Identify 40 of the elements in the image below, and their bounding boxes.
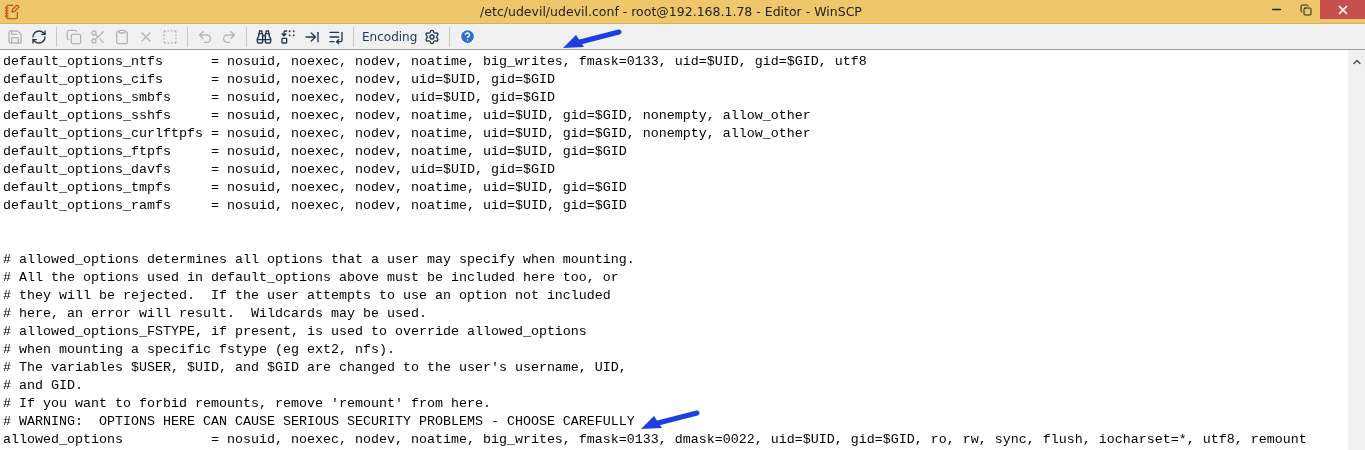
undo-icon bbox=[197, 28, 213, 45]
code-line: # they will be rejected. If the user attempts to use an option not included bbox=[3, 288, 611, 303]
scrollbar[interactable] bbox=[1348, 50, 1365, 450]
help-icon bbox=[458, 28, 476, 45]
code-line: # WARNING: OPTIONS HERE CAN CAUSE SERIOUS SECURITY PROBLEMS - CHOOSE CAREFULLY bbox=[3, 414, 635, 429]
code-line: default_options_smbfs = nosuid, noexec, nodev, uid=$UID, gid=$GID bbox=[3, 90, 555, 105]
code-line: # when mounting a specific fstype (eg ext2, nfs). bbox=[3, 342, 395, 357]
code-line: default_options_ramfs = nosuid, noexec, nodev, noatime, uid=$UID, gid=$GID bbox=[3, 198, 627, 213]
code-line: default_options_davfs = nosuid, noexec, nodev, uid=$UID, gid=$GID bbox=[3, 162, 555, 177]
copy-icon bbox=[66, 28, 82, 45]
replace-icon bbox=[280, 28, 296, 45]
close-button[interactable] bbox=[1320, 0, 1365, 19]
scissors-icon bbox=[90, 28, 106, 45]
code-line: # allowed_options_FSTYPE, if present, is used to override allowed_options bbox=[3, 324, 587, 339]
code-line: default_options_cifs = nosuid, noexec, nodev, uid=$UID, gid=$GID bbox=[3, 72, 555, 87]
redo-icon bbox=[221, 28, 237, 45]
code-line: # The variables $USER, $UID, and $GID are changed to the user's username, UID, bbox=[3, 360, 627, 375]
code-line: # here, an error will result. Wildcards may be used. bbox=[3, 306, 427, 321]
code-line: # and GID. bbox=[3, 378, 83, 393]
notepad-icon bbox=[4, 3, 20, 20]
code-line: default_options_sshfs = nosuid, noexec, nodev, noatime, uid=$UID, gid=$GID, nonempty, allow_other bbox=[3, 108, 811, 123]
window-title: /etc/udevil/udevil.conf - root@192.168.1.78 - Editor - WinSCP bbox=[479, 4, 863, 19]
code-line: default_options_ntfs = nosuid, noexec, nodev, noatime, big_writes, fmask=0133, uid=$UID, gid=$GID, utf8 bbox=[3, 54, 867, 69]
encoding-button[interactable]: Encoding bbox=[360, 25, 420, 48]
code-line: default_options_curlftpfs = nosuid, noexec, nodev, noatime, uid=$UID, gid=$GID, nonempty, allow_other bbox=[3, 126, 811, 141]
code-line: default_options_ftpfs = nosuid, noexec, nodev, noatime, uid=$UID, gid=$GID bbox=[3, 144, 627, 159]
clipboard-icon bbox=[114, 28, 130, 45]
code-line: # All the options used in default_options above must be included here too, or bbox=[3, 270, 619, 285]
refresh-icon bbox=[31, 28, 47, 45]
code-line: # allowed_options determines all options that a user may specify when mounting. bbox=[3, 252, 635, 267]
restore-icon bbox=[1299, 3, 1312, 16]
annotation-arrow bbox=[562, 29, 622, 49]
code-line: # If you want to forbid remounts, remove 'remount' from here. bbox=[3, 396, 491, 411]
select-all-icon bbox=[162, 28, 178, 45]
save-icon bbox=[7, 28, 23, 45]
code-line: allowed_options = nosuid, noexec, nodev, noatime, big_writes, fmask=0133, dmask=0022, uid=$UID, gid=$GID, ro, rw, sync, flush, iocharset=*, utf8, remount bbox=[3, 432, 1307, 447]
annotation-arrow bbox=[640, 410, 700, 430]
settings-icon bbox=[424, 28, 441, 45]
code-line: default_options_tmpfs = nosuid, noexec, nodev, noatime, uid=$UID, gid=$GID bbox=[3, 180, 627, 195]
binoculars-icon bbox=[256, 28, 272, 45]
